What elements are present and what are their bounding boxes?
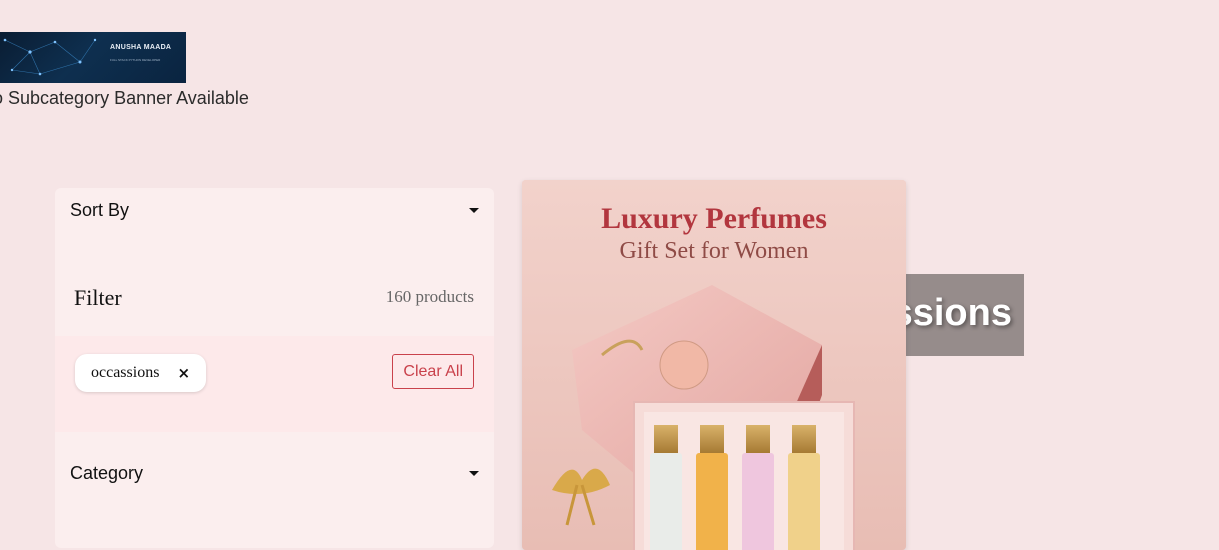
- logo-name: ANUSHA MAADA: [110, 44, 172, 51]
- caret-down-icon: [469, 207, 479, 213]
- product-title: Luxury Perfumes: [601, 202, 827, 235]
- filter-chip: occassions ×: [75, 354, 207, 392]
- product-count: 160 products: [385, 287, 474, 306]
- caret-down-icon: [469, 470, 479, 476]
- category-dropdown[interactable]: Category: [70, 461, 479, 485]
- filter-sidebar: Sort By Filter 160 products occassions ×…: [55, 188, 494, 548]
- filter-heading: Filter: [74, 285, 122, 310]
- logo-tagline: FULL STACK PYTHON DEVELOPER: [110, 58, 161, 62]
- category-label: Category: [70, 462, 144, 483]
- sort-by-label: Sort By: [70, 199, 130, 220]
- clear-all-button[interactable]: Clear All: [392, 354, 474, 389]
- product-subtitle: Gift Set for Women: [619, 238, 809, 264]
- brand-logo[interactable]: ANUSHA MAADA FULL STACK PYTHON DEVELOPER: [0, 32, 186, 83]
- promo-banner-text: ssions: [891, 292, 1012, 334]
- sort-by-dropdown[interactable]: Sort By: [70, 198, 479, 222]
- no-banner-message: o Subcategory Banner Available: [0, 88, 249, 108]
- filter-chip-label: occassions: [91, 364, 160, 381]
- product-card[interactable]: Luxury Perfumes Gift Set for Women: [522, 180, 906, 550]
- active-filters: occassions × Clear All: [55, 336, 494, 432]
- close-icon[interactable]: ×: [177, 364, 190, 382]
